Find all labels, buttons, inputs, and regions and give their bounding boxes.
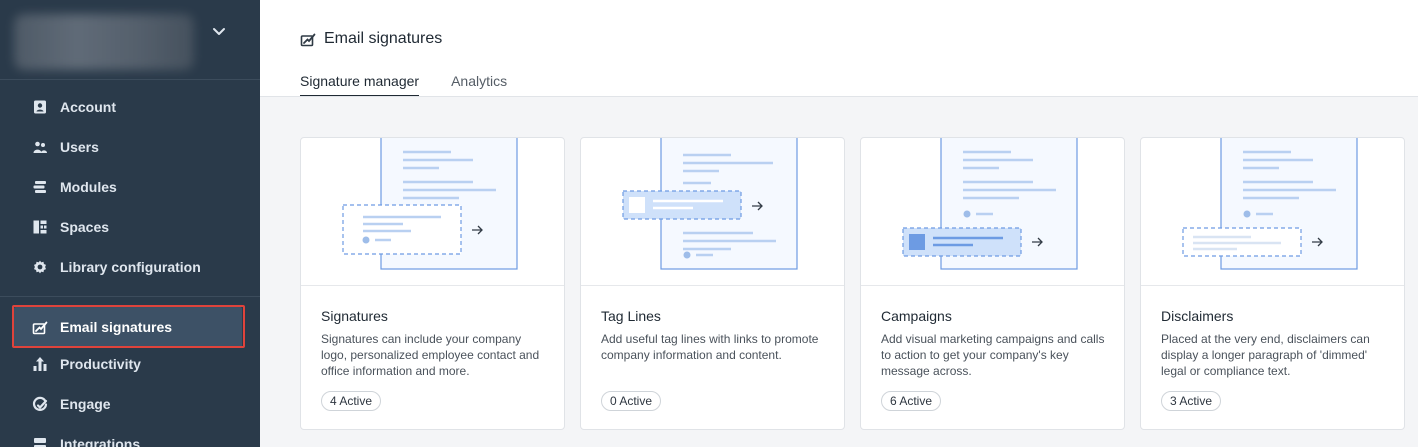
sidebar-item-label: Spaces	[60, 219, 110, 235]
status-badge: 0 Active	[601, 391, 662, 411]
card-campaigns[interactable]: Campaigns Add visual marketing campaigns…	[860, 137, 1125, 430]
sidebar-item-label: Engage	[60, 396, 111, 412]
campaigns-illustration	[861, 138, 1124, 286]
sidebar-item-label: Library configuration	[60, 259, 201, 275]
sidebar-item-productivity[interactable]: Productivity	[0, 344, 260, 384]
sidebar-item-modules[interactable]: Modules	[0, 167, 260, 207]
card-title: Signatures	[321, 308, 388, 324]
spaces-icon	[32, 219, 48, 235]
card-description: Add visual marketing campaigns and calls…	[881, 332, 1105, 378]
sidebar-item-engage[interactable]: Engage	[0, 384, 260, 424]
organization-switcher[interactable]	[0, 0, 260, 80]
tab-analytics[interactable]: Analytics	[451, 70, 507, 97]
tab-signature-manager[interactable]: Signature manager	[300, 70, 420, 97]
sidebar-item-spaces[interactable]: Spaces	[0, 207, 260, 247]
card-title: Campaigns	[881, 308, 952, 324]
sidebar-item-users[interactable]: Users	[0, 127, 260, 167]
organization-name-blurred	[14, 14, 194, 70]
gear-icon	[32, 259, 48, 275]
signatures-illustration	[301, 138, 564, 286]
sidebar-item-email-signatures[interactable]: Email signatures	[14, 307, 242, 347]
status-badge: 4 Active	[321, 391, 382, 411]
sidebar-item-label: Email signatures	[60, 319, 173, 335]
sidebar-divider	[0, 296, 260, 297]
sidebar-item-label: Productivity	[60, 356, 141, 372]
sidebar-item-label: Account	[60, 99, 116, 115]
sidebar-item-account[interactable]: Account	[0, 87, 260, 127]
sidebar-item-label: Integrations	[60, 436, 141, 447]
card-description: Placed at the very end, disclaimers can …	[1161, 332, 1370, 378]
card-tag-lines[interactable]: Tag Lines Add useful tag lines with link…	[580, 137, 845, 430]
status-badge: 3 Active	[1161, 391, 1222, 411]
productivity-icon	[32, 356, 48, 372]
account-icon	[32, 99, 48, 115]
tab-bar: Signature manager Analytics	[300, 70, 539, 97]
tag-lines-illustration	[581, 138, 844, 286]
card-title: Tag Lines	[601, 308, 661, 324]
card-disclaimers[interactable]: Disclaimers Placed at the very end, disc…	[1140, 137, 1405, 430]
signature-icon	[300, 33, 316, 47]
card-description: Add useful tag lines with links to promo…	[601, 332, 819, 362]
sidebar-item-label: Users	[60, 139, 99, 155]
signature-icon	[32, 319, 48, 335]
integrations-icon	[32, 436, 48, 447]
card-signatures[interactable]: Signatures Signatures can include your c…	[300, 137, 565, 430]
engage-icon	[32, 396, 48, 412]
main-content: Email signatures Signature manager Analy…	[260, 0, 1418, 447]
page-title: Email signatures	[324, 30, 443, 47]
sidebar-item-integrations[interactable]: Integrations	[0, 424, 260, 447]
sidebar: Account Users Modules Spaces Library con…	[0, 0, 260, 447]
modules-icon	[32, 179, 48, 195]
sidebar-item-label: Modules	[60, 179, 117, 195]
card-title: Disclaimers	[1161, 308, 1234, 324]
cards-area: Signatures Signatures can include your c…	[260, 97, 1418, 447]
sidebar-item-library-configuration[interactable]: Library configuration	[0, 247, 260, 287]
disclaimers-illustration	[1141, 138, 1404, 286]
users-icon	[32, 139, 48, 155]
page-header: Email signatures	[300, 30, 442, 48]
card-description: Signatures can include your company logo…	[321, 332, 540, 378]
chevron-down-icon[interactable]	[210, 22, 228, 40]
status-badge: 6 Active	[881, 391, 942, 411]
